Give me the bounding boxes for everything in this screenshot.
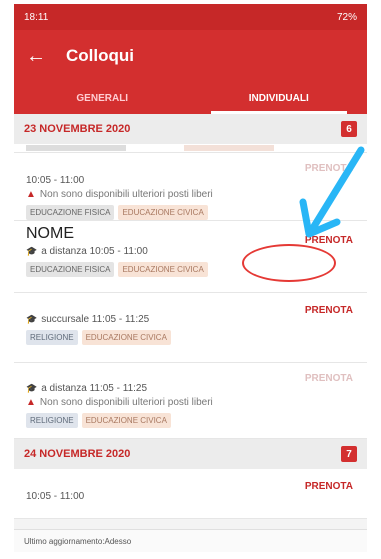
subject-tag: EDUCAZIONE CIVICA: [81, 413, 171, 428]
subject-tag: EDUCAZIONE FISICA: [26, 262, 115, 277]
graduation-cap-icon: 🎓: [26, 246, 38, 256]
warning-text: Non sono disponibili ulteriori posti lib…: [39, 189, 213, 200]
subject-tags: RELIGIONE EDUCAZIONE CIVICA: [26, 413, 355, 428]
phone-screen: 18:11 72% ← Colloqui GENERALI INDIVIDUAL…: [14, 4, 367, 552]
subject-tag: EDUCAZIONE CIVICA: [118, 262, 208, 277]
list-item[interactable]: PRENOTA 🎓 a distanza 11:05 - 11:25 ▲ Non…: [14, 363, 367, 439]
warning-text: Non sono disponibili ulteriori posti lib…: [39, 397, 213, 408]
time-slot: 10:05 - 11:00: [26, 491, 355, 502]
prenota-button[interactable]: PRENOTA: [305, 305, 353, 316]
subject-tag: EDUCAZIONE CIVICA: [81, 330, 171, 345]
tab-bar: GENERALI INDIVIDUALI: [14, 82, 367, 114]
warning-line: ▲ Non sono disponibili ulteriori posti l…: [26, 397, 355, 408]
time-text: 10:05 - 11:00: [26, 175, 85, 186]
time-text: 10:05 - 11:00: [26, 491, 85, 502]
prenota-button[interactable]: PRENOTA: [305, 481, 353, 492]
subject-tags: RELIGIONE EDUCAZIONE CIVICA: [26, 330, 355, 345]
date-label: 24 NOVEMBRE 2020: [24, 448, 131, 460]
warning-icon: ▲: [26, 189, 36, 200]
time-text: succursale 11:05 - 11:25: [41, 314, 150, 325]
warning-icon: ▲: [26, 397, 36, 408]
time-text: a distanza 10:05 - 11:00: [41, 246, 148, 257]
tab-individuali[interactable]: INDIVIDUALI: [191, 82, 368, 114]
battery-level: 72%: [336, 11, 357, 23]
count-badge: 7: [341, 446, 357, 462]
page-title: Colloqui: [66, 46, 134, 65]
status-time: 18:11: [24, 11, 49, 23]
list-item[interactable]: PRENOTA 10:05 - 11:00: [14, 469, 367, 519]
date-header: 24 NOVEMBRE 2020 7: [14, 439, 367, 469]
app-bar: ← Colloqui: [14, 30, 367, 82]
subject-tag: EDUCAZIONE FISICA: [26, 205, 115, 220]
subject-tag: EDUCAZIONE CIVICA: [118, 205, 208, 220]
highlight-oval: [242, 244, 336, 282]
status-bar: 18:11 72%: [14, 4, 367, 30]
pointer-arrow-icon: [299, 146, 365, 238]
tab-generali[interactable]: GENERALI: [14, 82, 191, 114]
partial-tag: [26, 145, 126, 151]
count-badge: 6: [341, 121, 357, 137]
date-header: 23 NOVEMBRE 2020 6: [14, 114, 367, 144]
prenota-button[interactable]: PRENOTA: [305, 373, 353, 384]
subject-tag: RELIGIONE: [26, 413, 78, 428]
subject-tag: RELIGIONE: [26, 330, 78, 345]
partial-tag: [184, 145, 274, 151]
graduation-cap-icon: 🎓: [26, 314, 38, 324]
graduation-cap-icon: 🎓: [26, 383, 38, 393]
list-item[interactable]: PRENOTA 🎓 succursale 11:05 - 11:25 RELIG…: [14, 293, 367, 363]
date-label: 23 NOVEMBRE 2020: [24, 123, 131, 135]
last-update-footer: Ultimo aggiornamento:Adesso: [14, 529, 367, 552]
time-slot: 🎓 a distanza 11:05 - 11:25: [26, 383, 355, 394]
back-arrow-icon[interactable]: ←: [26, 45, 56, 68]
time-text: a distanza 11:05 - 11:25: [41, 383, 148, 394]
